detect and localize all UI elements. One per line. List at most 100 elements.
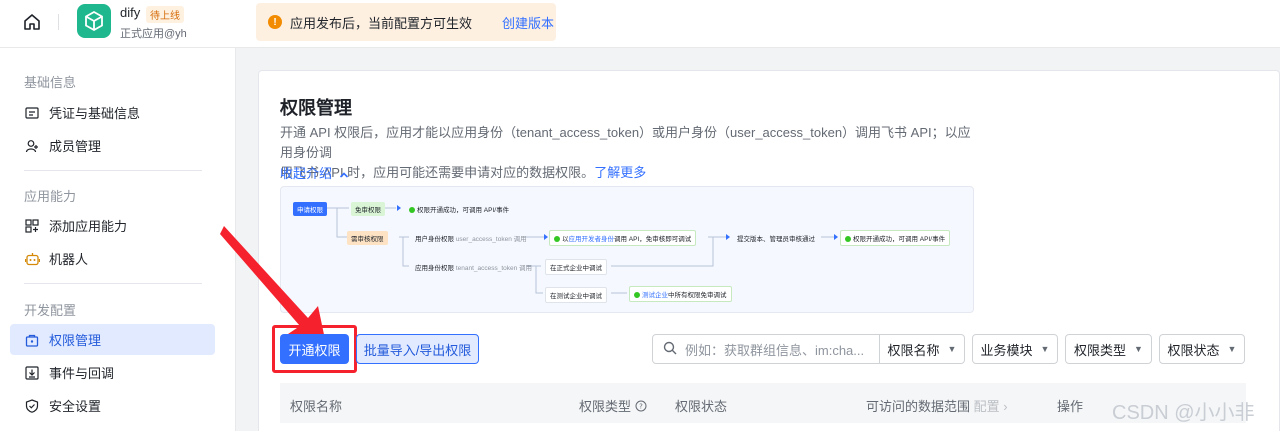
sidebar-item-label: 权限管理 [49,333,102,348]
flow-text: 应用开发者身份 [568,236,615,243]
flow-node-test-ok: 测试企业中所有权限免审调试 [629,286,732,302]
divider [24,170,202,171]
sidebar-item-label: 成员管理 [49,139,102,154]
help-icon[interactable]: ? [635,400,647,415]
sidebar-item-members[interactable]: 成员管理 [10,130,215,161]
app-name: dify [120,5,141,20]
check-icon [845,236,851,243]
divider [24,283,202,284]
chevron-down-icon: ▼ [947,344,957,354]
sidebar-item-label: 安全设置 [49,399,102,414]
flow-node-submit: 提交版本、管理员审核通过 [737,236,815,243]
check-icon [409,207,415,214]
search-input[interactable]: 例如：获取群组信息、im:cha... [652,334,880,364]
sidebar-section-title: 应用能力 [24,189,77,204]
flow-text: 调用 API，免审核即可调试 [614,236,692,243]
flow-text: 应用身份权限 [415,265,454,272]
flow-text: 权限开通成功，可调用 API/事件 [417,207,510,214]
column-header-data-scope: 可访问的数据范围 配置 › [866,396,1008,415]
dropdown-label: 权限类型 [1074,342,1127,358]
description-text: 开通 API 权限后，应用才能以应用身份（tenant_access_token… [280,125,971,160]
member-icon [24,138,40,154]
collapse-label: 收起介绍 [280,166,333,181]
permission-flow-diagram: 申请权限 免审权限 权限开通成功，可调用 API/事件 需审核权限 用户身份权限… [280,186,974,313]
permission-name-dropdown[interactable]: 权限名称 ▼ [879,334,965,364]
svg-text:?: ? [639,403,643,411]
chevron-down-icon: ▼ [1040,344,1050,354]
credential-icon [24,105,40,121]
permission-icon [24,332,40,348]
chevron-up-icon [339,167,349,182]
add-capability-icon [24,218,40,234]
flow-connectors [327,205,838,294]
enable-permission-button[interactable]: 开通权限 [280,334,349,364]
table-header [280,383,1246,423]
notice-text: 应用发布后，当前配置方可生效 [290,15,473,31]
top-bar: dify 待上线 正式应用@yh ! 应用发布后，当前配置方可生效 创建版本 [0,0,1280,48]
app-logo-icon [77,4,111,38]
column-header-label: 权限类型 [579,399,632,414]
flow-node-final-ok: 权限开通成功，可调用 API/事件 [840,230,951,246]
collapse-intro-toggle[interactable]: 收起介绍 [280,163,349,182]
business-module-dropdown[interactable]: 业务模块 ▼ [972,334,1058,364]
warning-icon: ! [268,15,282,29]
flow-node-free-ok: 权限开通成功，可调用 API/事件 [405,202,513,216]
flow-text: 用户身份权限 [415,236,454,243]
flow-node-app-identity: 应用身份权限 tenant_access_token 调用 [411,260,536,274]
sidebar-item-label: 事件与回调 [49,366,115,381]
page-description: 开通 API 权限后，应用才能以应用身份（tenant_access_token… [280,123,980,183]
check-icon [554,236,560,243]
column-header-status: 权限状态 [675,399,728,414]
sidebar-item-permissions[interactable]: 权限管理 [10,324,215,355]
dropdown-label: 权限名称 [887,342,940,358]
shield-icon [24,398,40,414]
search-placeholder: 例如：获取群组信息、im:cha... [685,342,865,358]
chevron-down-icon: ▼ [1227,344,1237,354]
learn-more-link[interactable]: 了解更多 [594,165,646,180]
column-header-label: 可访问的数据范围 [866,399,971,414]
sidebar-section-title: 基础信息 [24,75,77,90]
sidebar-item-label: 添加应用能力 [49,219,128,234]
sidebar-item-label: 机器人 [49,252,89,267]
sidebar-item-label: 凭证与基础信息 [49,106,141,121]
sidebar-item-robot[interactable]: 机器人 [10,243,215,274]
page-title: 权限管理 [280,98,352,118]
column-header-type: 权限类型 ? [579,396,647,415]
sidebar-item-credentials[interactable]: 凭证与基础信息 [10,97,215,128]
sidebar-item-add-capability[interactable]: 添加应用能力 [10,210,215,241]
configure-label: 配置 [973,399,1000,414]
robot-icon [24,251,40,267]
divider [58,14,59,30]
sidebar-item-events[interactable]: 事件与回调 [10,357,215,388]
permission-type-dropdown[interactable]: 权限类型 ▼ [1065,334,1152,364]
check-icon [634,292,640,299]
flow-node-free: 免审权限 [351,202,385,216]
flow-node-user-identity: 用户身份权限 user_access_token 调用 [411,231,531,245]
flow-node-apply: 申请权限 [293,202,327,216]
search-icon [663,341,677,358]
home-icon[interactable] [22,12,42,32]
flow-text: 测试企业 [642,292,668,299]
flow-text: 权限开通成功，可调用 API/事件 [853,236,946,243]
status-badge: 待上线 [146,6,184,23]
flow-text: user_access_token 调用 [455,236,527,243]
event-icon [24,365,40,381]
column-header-name: 权限名称 [290,399,343,414]
flow-node-test-debug: 在测试企业中调试 [545,287,607,303]
watermark: CSDN @小小非 [1112,402,1255,424]
flow-node-prod-debug: 在正式企业中调试 [545,259,607,275]
configure-link[interactable]: 配置 › [974,399,1008,414]
batch-import-export-button[interactable]: 批量导入/导出权限 [356,334,479,364]
create-version-link[interactable]: 创建版本 [502,13,554,32]
column-header-actions: 操作 [1057,399,1084,414]
permission-status-dropdown[interactable]: 权限状态 ▼ [1159,334,1245,364]
app-subtitle: 正式应用@yh [120,28,187,40]
dropdown-label: 权限状态 [1167,342,1220,358]
flow-text: 中所有权限免审调试 [668,292,727,299]
sidebar-item-security[interactable]: 安全设置 [10,390,215,421]
dropdown-label: 业务模块 [980,342,1033,358]
publish-notice: ! 应用发布后，当前配置方可生效 创建版本 [256,3,556,41]
flow-text: tenant_access_token 调用 [455,265,533,272]
sidebar-section-title: 开发配置 [24,303,77,318]
chevron-down-icon: ▼ [1134,344,1143,354]
